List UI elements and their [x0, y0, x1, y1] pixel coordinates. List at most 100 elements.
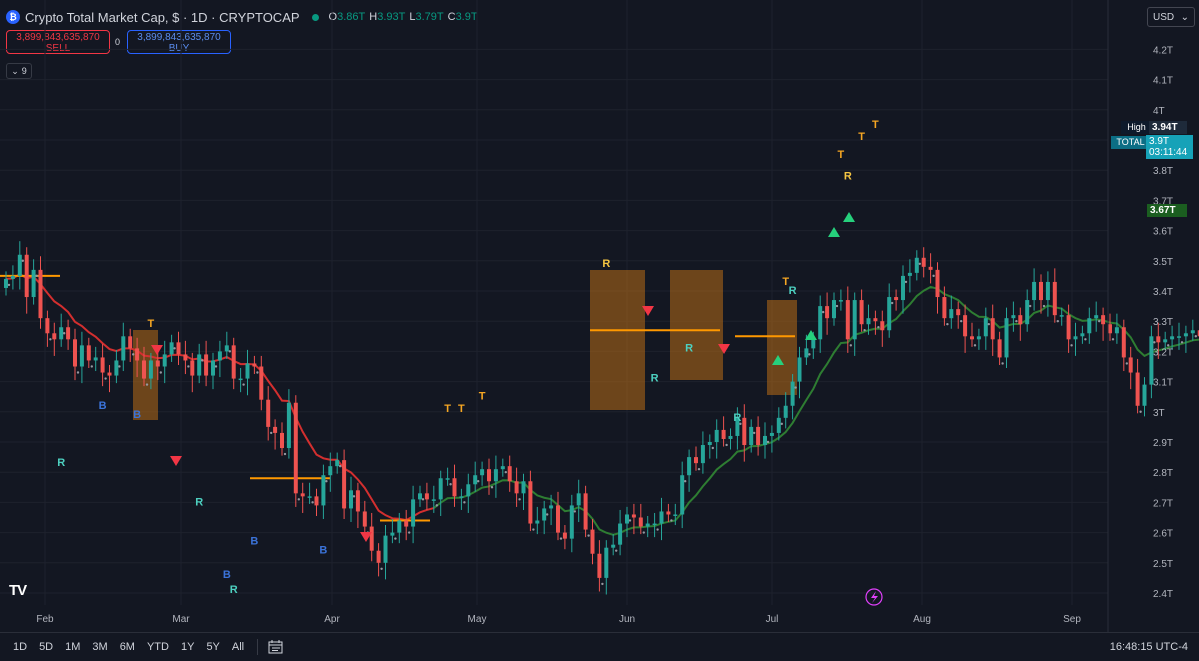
- candle-body: [93, 357, 98, 361]
- price-chart[interactable]: TRBBRBBRBTTTRRRRTRTRTT 4.2T4.1T4T3.9T3.8…: [0, 0, 1199, 632]
- candle-body: [1183, 333, 1188, 337]
- candle-body: [1170, 336, 1175, 340]
- candle-body: [1066, 315, 1071, 340]
- range-1d[interactable]: 1D: [10, 639, 30, 655]
- candle-body: [459, 496, 464, 498]
- trailing-dot: [297, 498, 300, 501]
- trailing-dot: [21, 259, 24, 262]
- bottom-toolbar: 1D 5D 1M 3M 6M YTD 1Y 5Y All 16:48:15 UT…: [0, 632, 1199, 661]
- range-5y[interactable]: 5Y: [203, 639, 222, 655]
- candle-body: [631, 514, 636, 518]
- signal-label: T: [458, 403, 465, 415]
- candle-body: [259, 366, 264, 400]
- candle-body: [231, 345, 236, 379]
- bar-countdown: 03:11:44: [1149, 147, 1188, 158]
- candle-body: [204, 354, 209, 376]
- trailing-dot: [863, 329, 866, 332]
- candle-body: [73, 339, 77, 367]
- candle-body: [162, 354, 167, 367]
- trailing-dot: [256, 371, 259, 374]
- trailing-dot: [477, 480, 480, 483]
- candle-body: [1135, 372, 1140, 406]
- candle-body: [114, 360, 119, 376]
- trailing-dot: [628, 519, 632, 522]
- signal-zone: [590, 270, 645, 410]
- trailing-dot: [601, 582, 604, 586]
- candle-body: [217, 351, 222, 361]
- candle-body: [680, 475, 685, 515]
- candle-body: [901, 275, 905, 301]
- candle-body: [983, 318, 988, 337]
- range-3m[interactable]: 3M: [89, 639, 110, 655]
- flash-icon[interactable]: [865, 588, 883, 606]
- x-tick-label: Mar: [172, 614, 190, 625]
- trailing-dot: [725, 443, 728, 447]
- trailing-dot: [1056, 319, 1060, 323]
- candle-body: [1039, 281, 1043, 301]
- calendar-icon[interactable]: [268, 640, 284, 654]
- range-1m[interactable]: 1M: [62, 639, 83, 655]
- candle-body: [4, 278, 8, 288]
- candle-body: [376, 550, 381, 563]
- trailing-dot: [352, 495, 356, 498]
- candle-body: [1073, 336, 1078, 340]
- trailing-dot: [62, 332, 66, 335]
- trailing-dot: [408, 531, 411, 534]
- candle-body: [31, 269, 36, 298]
- candle-body: [700, 445, 705, 464]
- candle-body: [135, 348, 140, 361]
- candle-body: [549, 505, 554, 509]
- candle-body: [562, 532, 567, 539]
- trailing-dot: [532, 528, 535, 531]
- trailing-dot: [822, 310, 825, 314]
- candle-body: [880, 321, 885, 331]
- candle-body: [921, 257, 926, 267]
- candle-body: [500, 466, 505, 470]
- candle-body: [659, 511, 664, 524]
- candle-body: [10, 275, 15, 279]
- candle-body: [238, 378, 243, 381]
- candle-body: [714, 429, 719, 442]
- range-1y[interactable]: 1Y: [178, 639, 197, 655]
- candle-body: [431, 499, 436, 501]
- candle-body: [990, 318, 995, 340]
- trailing-dot: [918, 262, 921, 265]
- signal-label: T: [444, 403, 451, 415]
- trailing-dot: [325, 480, 328, 483]
- candle-body: [424, 493, 429, 500]
- candle-body: [280, 432, 284, 449]
- range-5d[interactable]: 5D: [36, 639, 56, 655]
- range-6m[interactable]: 6M: [117, 639, 138, 655]
- x-tick-label: Jun: [619, 614, 635, 625]
- trailing-dot: [145, 383, 149, 386]
- signal-label: T: [148, 318, 155, 330]
- candle-body: [887, 297, 892, 331]
- trailing-dot: [1084, 338, 1087, 341]
- trailing-dot: [656, 528, 659, 531]
- last-price: 3.9T: [1149, 136, 1170, 147]
- y-tick-label: 3.3T: [1153, 317, 1173, 328]
- trailing-dot: [891, 301, 894, 305]
- clock: 16:48:15 UTC-4: [1109, 641, 1188, 653]
- candle-body: [542, 508, 547, 521]
- candle-body: [66, 327, 71, 340]
- trailing-dot: [187, 365, 190, 368]
- candle-body: [224, 345, 229, 352]
- trailing-dot: [546, 513, 549, 516]
- signal-label: B: [133, 409, 141, 421]
- candle-body: [956, 309, 961, 316]
- signal-label: B: [223, 569, 231, 581]
- candle-body: [293, 402, 298, 494]
- candle-body: [597, 553, 602, 578]
- candle-body: [845, 300, 850, 340]
- trailing-dot: [697, 467, 701, 471]
- range-ytd[interactable]: YTD: [144, 639, 172, 655]
- candle-body: [183, 354, 188, 361]
- range-all[interactable]: All: [229, 639, 247, 655]
- candle-body: [38, 269, 43, 319]
- candle-body: [804, 348, 809, 358]
- candle-body: [873, 318, 878, 322]
- trailing-dot: [339, 464, 342, 468]
- trailing-dot: [1029, 304, 1032, 308]
- trailing-dot: [849, 344, 852, 347]
